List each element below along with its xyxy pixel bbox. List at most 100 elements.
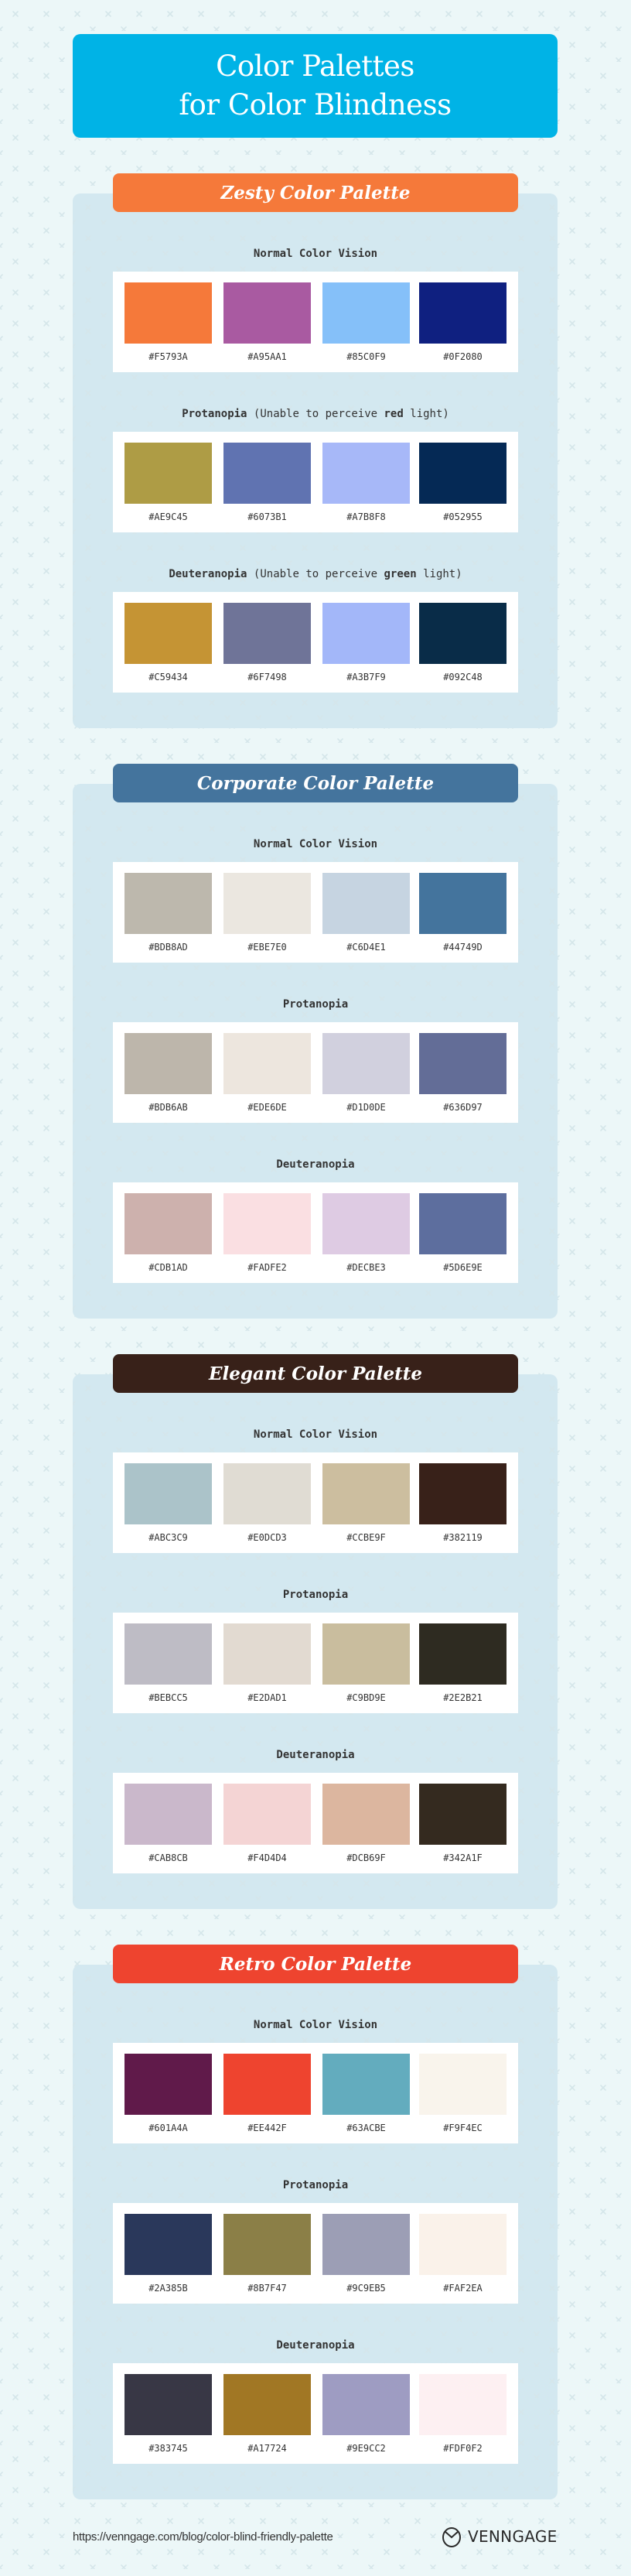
color-hex-code: #8B7F47: [247, 2283, 287, 2294]
color-swatch-item: #382119: [419, 1463, 507, 1543]
color-swatch: [419, 1463, 507, 1524]
swatch-row: #BDB8AD #EBE7E0 #C6D4E1 #44749D: [113, 862, 518, 963]
color-swatch: [419, 2214, 507, 2275]
color-swatch: [124, 443, 212, 504]
color-hex-code: #CCBE9F: [346, 1532, 386, 1543]
color-swatch: [124, 282, 212, 344]
vision-type-name: Deuteranopia: [169, 568, 247, 580]
color-swatch: [223, 873, 311, 934]
color-hex-code: #DECBE3: [346, 1262, 386, 1273]
color-swatch: [223, 1463, 311, 1524]
color-swatch-item: #A17724: [223, 2374, 311, 2454]
color-swatch-item: #ABC3C9: [124, 1463, 212, 1543]
color-swatch-item: #052955: [419, 443, 507, 522]
color-hex-code: #FAF2EA: [443, 2283, 483, 2294]
color-hex-code: #636D97: [443, 1102, 483, 1113]
color-hex-code: #C6D4E1: [346, 942, 386, 953]
color-swatch-item: #342A1F: [419, 1784, 507, 1863]
color-swatch-item: #092C48: [419, 603, 507, 682]
vision-type-name: Deuteranopia: [276, 1749, 355, 1761]
source-url[interactable]: https://venngage.com/blog/color-blind-fr…: [73, 2530, 333, 2544]
color-hex-code: #382119: [443, 1532, 483, 1543]
color-swatch: [223, 282, 311, 344]
color-swatch-item: #A3B7F9: [322, 603, 410, 682]
color-swatch: [124, 1193, 212, 1254]
color-swatch: [419, 603, 507, 664]
vision-type-description-end: light): [403, 408, 449, 420]
color-swatch: [223, 2054, 311, 2115]
swatch-row: #383745 #A17724 #9E9CC2 #FDF0F2: [113, 2363, 518, 2464]
venngage-logo-icon: [442, 2527, 461, 2547]
color-hex-code: #052955: [443, 511, 483, 522]
color-hex-code: #A17724: [247, 2443, 287, 2454]
color-swatch: [419, 1033, 507, 1094]
color-swatch-item: #85C0F9: [322, 282, 410, 362]
color-swatch-item: #DECBE3: [322, 1193, 410, 1273]
color-swatch-item: #636D97: [419, 1033, 507, 1113]
vision-type-name: Deuteranopia: [276, 2339, 355, 2352]
color-hex-code: #D1D0DE: [346, 1102, 386, 1113]
palette-header: Elegant Color Palette: [113, 1354, 518, 1393]
color-swatch: [322, 2214, 410, 2275]
palette-section: Elegant Color Palette Normal Color Vision…: [0, 1354, 631, 1911]
color-swatch-item: #C6D4E1: [322, 873, 410, 953]
color-swatch-item: #F9F4EC: [419, 2054, 507, 2133]
color-swatch-item: #FDF0F2: [419, 2374, 507, 2454]
color-swatch-item: #9E9CC2: [322, 2374, 410, 2454]
color-swatch-item: #BDB6AB: [124, 1033, 212, 1113]
color-hex-code: #6F7498: [247, 672, 287, 682]
page-title: Color Palettes for Color Blindness: [179, 47, 452, 125]
color-swatch: [322, 443, 410, 504]
color-hex-code: #85C0F9: [346, 351, 386, 362]
color-swatch-item: #F4D4D4: [223, 1784, 311, 1863]
vision-type-emphasis: green: [384, 568, 417, 580]
color-swatch: [322, 2374, 410, 2435]
brand-name: VENNGAGE: [468, 2527, 558, 2546]
vision-type-label: Normal Color Vision: [113, 838, 518, 850]
vision-type-emphasis: red: [384, 408, 404, 420]
color-swatch: [322, 282, 410, 344]
color-swatch-item: #FAF2EA: [419, 2214, 507, 2294]
color-swatch: [322, 603, 410, 664]
vision-type-label: Normal Color Vision: [113, 1428, 518, 1441]
color-hex-code: #383745: [148, 2443, 188, 2454]
color-swatch: [223, 443, 311, 504]
vision-type-label: Deuteranopia (Unable to perceive green l…: [113, 568, 518, 580]
color-swatch: [223, 2374, 311, 2435]
page-title-line-2: for Color Blindness: [179, 88, 452, 121]
color-swatch: [322, 1033, 410, 1094]
vision-type-label: Protanopia: [113, 998, 518, 1011]
color-swatch: [124, 2054, 212, 2115]
color-swatch: [322, 873, 410, 934]
palette-title: Corporate Color Palette: [196, 772, 435, 794]
swatch-row: #ABC3C9 #E0DCD3 #CCBE9F #382119: [113, 1452, 518, 1553]
color-swatch: [419, 443, 507, 504]
color-swatch-item: #FADFE2: [223, 1193, 311, 1273]
color-swatch: [223, 603, 311, 664]
color-hex-code: #AE9C45: [148, 511, 188, 522]
color-swatch-item: #F5793A: [124, 282, 212, 362]
color-hex-code: #EBE7E0: [247, 942, 287, 953]
color-swatch: [223, 2214, 311, 2275]
color-swatch-item: #A7B8F8: [322, 443, 410, 522]
color-hex-code: #9C9EB5: [346, 2283, 386, 2294]
color-swatch-item: #C59434: [124, 603, 212, 682]
color-swatch: [124, 2214, 212, 2275]
vision-type-name: Protanopia: [282, 998, 349, 1011]
color-swatch: [223, 1193, 311, 1254]
vision-type-description: (Unable to perceive: [247, 408, 384, 420]
color-swatch: [419, 1193, 507, 1254]
color-hex-code: #A7B8F8: [346, 511, 386, 522]
color-swatch: [322, 1784, 410, 1845]
color-hex-code: #601A4A: [148, 2123, 188, 2133]
color-hex-code: #2A385B: [148, 2283, 188, 2294]
vision-type-label: Protanopia: [113, 2179, 518, 2191]
color-swatch: [419, 282, 507, 344]
color-swatch: [322, 1463, 410, 1524]
color-swatch: [124, 1033, 212, 1094]
color-hex-code: #C9BD9E: [346, 1692, 386, 1703]
vision-type-label: Deuteranopia: [113, 1158, 518, 1171]
swatch-row: #BEBCC5 #E2DAD1 #C9BD9E #2E2B21: [113, 1613, 518, 1713]
color-swatch: [322, 1623, 410, 1685]
vision-type-name: Protanopia: [282, 1589, 349, 1601]
